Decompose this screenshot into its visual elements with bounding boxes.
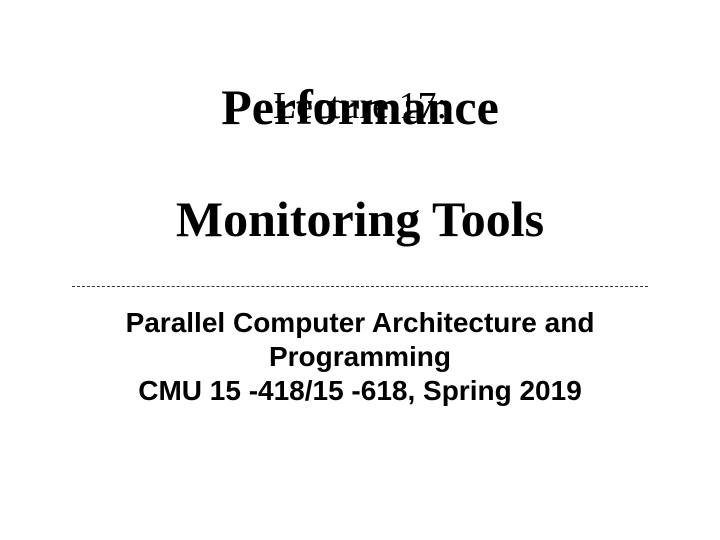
subtitle-line-2: Programming: [0, 340, 720, 374]
title-overlay: Performance Lecture 17:: [0, 78, 720, 134]
slide: Performance Lecture 17: Monitoring Tools…: [0, 0, 720, 540]
slide-title: Performance Lecture 17: Monitoring Tools: [0, 78, 720, 248]
title-line-2: Monitoring Tools: [0, 190, 720, 248]
divider-line: [72, 286, 648, 287]
subtitle-line-1: Parallel Computer Architecture and: [0, 306, 720, 340]
lecture-label: Lecture 17:: [0, 84, 720, 128]
subtitle-line-3: CMU 15 -418/15 -618, Spring 2019: [0, 374, 720, 408]
slide-subtitle: Parallel Computer Architecture and Progr…: [0, 306, 720, 408]
